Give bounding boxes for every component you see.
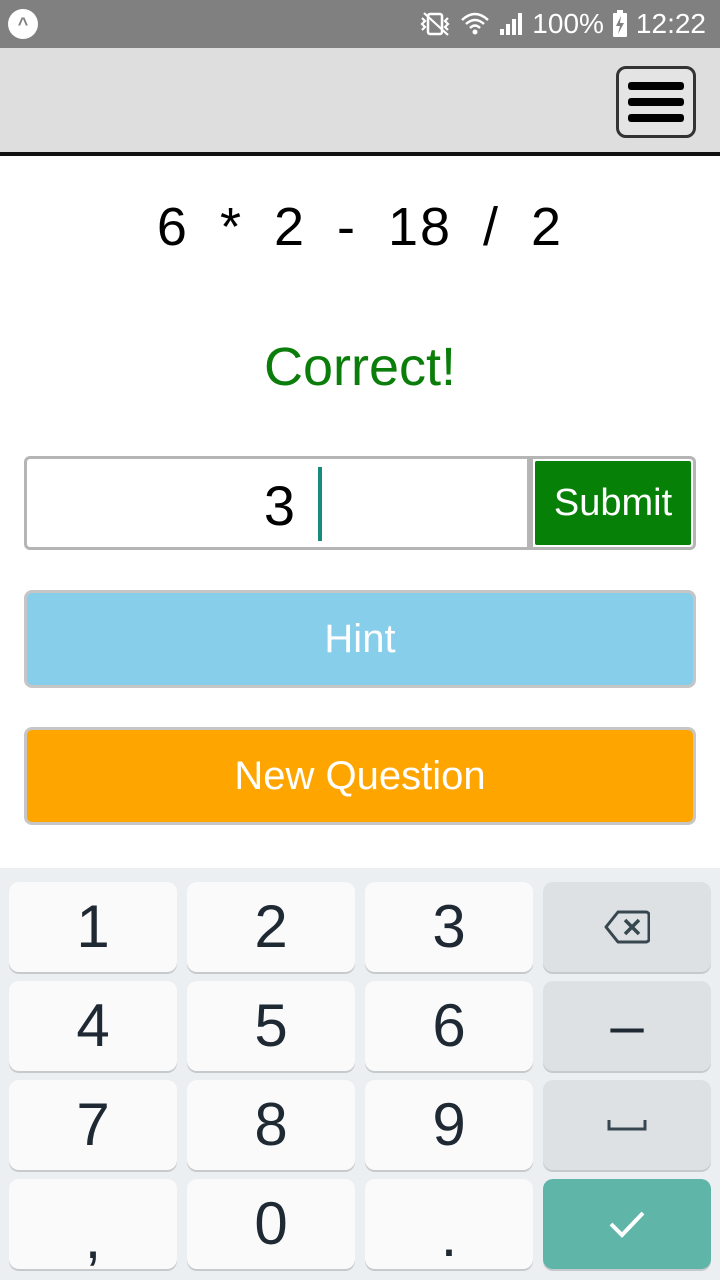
key-8[interactable]: 8 xyxy=(187,1080,355,1170)
app-bar xyxy=(0,48,720,156)
backspace-icon xyxy=(604,910,650,944)
key-0[interactable]: 0 xyxy=(187,1179,355,1269)
key-label: 8 xyxy=(254,1091,288,1158)
clock-time: 12:22 xyxy=(635,8,706,39)
submit-button[interactable]: Submit xyxy=(535,461,691,545)
key-label: . xyxy=(440,1202,458,1269)
key-label: – xyxy=(610,992,644,1059)
done-key[interactable] xyxy=(543,1179,711,1269)
battery-percent: 100% xyxy=(532,8,604,39)
vibrate-icon xyxy=(418,11,452,37)
key-period[interactable]: . xyxy=(365,1179,533,1269)
key-1[interactable]: 1 xyxy=(9,882,177,972)
new-question-button[interactable]: New Question xyxy=(24,727,696,825)
key-5[interactable]: 5 xyxy=(187,981,355,1071)
answer-input[interactable]: 3 xyxy=(27,473,295,538)
divider xyxy=(527,459,533,547)
app-notification-icon: ^ xyxy=(8,9,38,39)
battery-charging-icon xyxy=(612,10,628,38)
hint-button[interactable]: Hint xyxy=(24,590,696,688)
key-label: 1 xyxy=(76,893,110,960)
checkmark-icon xyxy=(609,1211,645,1238)
hamburger-menu-icon[interactable] xyxy=(616,66,696,138)
numeric-keyboard: 1 2 3 4 5 6 – 7 8 9 , 0 . xyxy=(0,868,720,1280)
status-icons: 100% 12:22 xyxy=(418,0,706,48)
text-caret xyxy=(318,467,322,541)
space-icon xyxy=(607,1120,647,1131)
key-2[interactable]: 2 xyxy=(187,882,355,972)
signal-icon xyxy=(498,11,524,37)
key-label: 9 xyxy=(432,1091,466,1158)
key-label: 7 xyxy=(76,1091,110,1158)
space-key[interactable] xyxy=(543,1080,711,1170)
key-3[interactable]: 3 xyxy=(365,882,533,972)
wifi-icon xyxy=(460,10,490,38)
key-label: 4 xyxy=(76,992,110,1059)
key-comma[interactable]: , xyxy=(9,1179,177,1269)
answer-row: 3 Submit xyxy=(24,456,696,550)
key-label: 0 xyxy=(254,1190,288,1257)
key-7[interactable]: 7 xyxy=(9,1080,177,1170)
question-expression: 6 * 2 - 18 / 2 xyxy=(156,197,564,257)
key-label: 6 xyxy=(432,992,466,1059)
key-6[interactable]: 6 xyxy=(365,981,533,1071)
key-4[interactable]: 4 xyxy=(9,981,177,1071)
status-bar: ^ 100% 12:22 xyxy=(0,0,720,48)
minus-key[interactable]: – xyxy=(543,981,711,1071)
feedback-message: Correct! xyxy=(263,337,457,397)
key-label: 3 xyxy=(432,893,466,960)
key-label: , xyxy=(84,1204,102,1271)
key-label: 2 xyxy=(254,893,288,960)
key-label: 5 xyxy=(254,992,288,1059)
key-9[interactable]: 9 xyxy=(365,1080,533,1170)
backspace-key[interactable] xyxy=(543,882,711,972)
